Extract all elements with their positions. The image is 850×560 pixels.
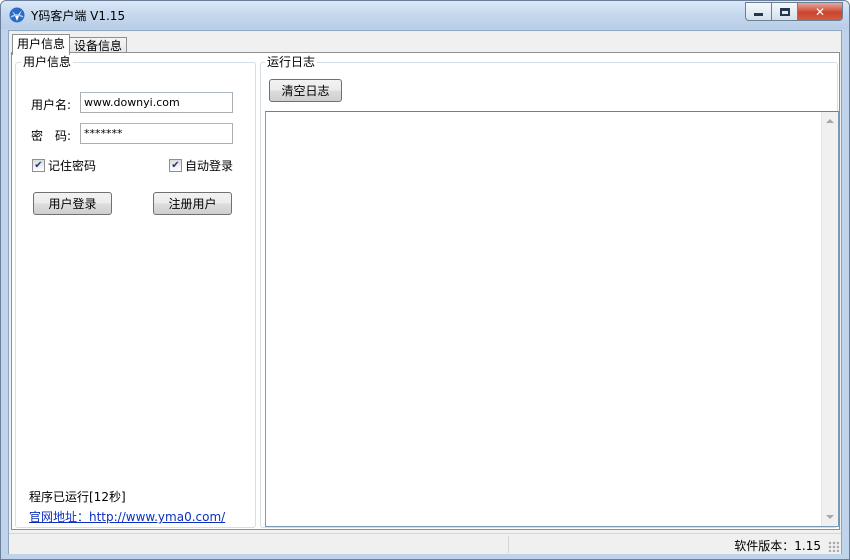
status-bar: 软件版本：1.15 <box>9 533 841 554</box>
user-info-group-title: 用户信息 <box>21 54 74 70</box>
login-button[interactable]: 用户登录 <box>33 192 112 215</box>
password-input[interactable]: ******* <box>80 123 233 144</box>
tab-page-user-info: 用户信息 用户名: www.downyi.com 密 码: ******* ✔ … <box>11 52 840 530</box>
checkbox-checked-icon: ✔ <box>32 159 45 172</box>
window-controls: ✕ <box>745 2 843 22</box>
maximize-icon <box>779 7 790 16</box>
minimize-button[interactable] <box>745 2 771 21</box>
status-bar-divider <box>508 536 509 553</box>
auto-login-label: 自动登录 <box>185 159 234 173</box>
window-title: Y码客户端 V1.15 <box>31 9 126 23</box>
username-input[interactable]: www.downyi.com <box>80 92 233 113</box>
title-bar[interactable]: Y码客户端 V1.15 ✕ <box>1 1 849 29</box>
scroll-up-icon[interactable] <box>826 119 834 123</box>
log-textarea[interactable] <box>265 111 839 527</box>
run-log-group-title: 运行日志 <box>265 54 318 70</box>
close-icon: ✕ <box>814 4 826 19</box>
password-label: 密 码: <box>31 129 72 143</box>
close-button[interactable]: ✕ <box>797 2 843 21</box>
run-log-group: 运行日志 清空日志 <box>260 54 839 528</box>
auto-login-checkbox[interactable]: ✔ 自动登录 <box>169 157 233 174</box>
log-scrollbar[interactable] <box>821 112 838 526</box>
resize-grip-icon[interactable] <box>828 541 839 552</box>
register-button[interactable]: 注册用户 <box>153 192 232 215</box>
website-link[interactable]: 官网地址：http://www.yma0.com/ <box>29 508 225 525</box>
app-logo-icon <box>9 7 25 23</box>
clear-log-button[interactable]: 清空日志 <box>269 79 342 102</box>
main-window: Y码客户端 V1.15 ✕ 用户信息 设备信息 用户信息 用户名: www.do… <box>0 0 850 560</box>
user-info-group: 用户信息 用户名: www.downyi.com 密 码: ******* ✔ … <box>15 54 256 528</box>
client-area: 用户信息 设备信息 用户信息 用户名: www.downyi.com 密 码: … <box>8 30 842 554</box>
username-label: 用户名: <box>31 98 72 112</box>
remember-password-label: 记住密码 <box>48 159 97 173</box>
running-status: 程序已运行[12秒] <box>29 490 126 504</box>
remember-password-checkbox[interactable]: ✔ 记住密码 <box>32 157 96 174</box>
minimize-icon <box>754 13 763 16</box>
scroll-down-icon[interactable] <box>826 515 834 519</box>
maximize-button[interactable] <box>771 2 797 21</box>
checkbox-checked-icon: ✔ <box>169 159 182 172</box>
software-version: 软件版本：1.15 <box>734 539 821 553</box>
tab-user-info[interactable]: 用户信息 <box>12 34 71 55</box>
